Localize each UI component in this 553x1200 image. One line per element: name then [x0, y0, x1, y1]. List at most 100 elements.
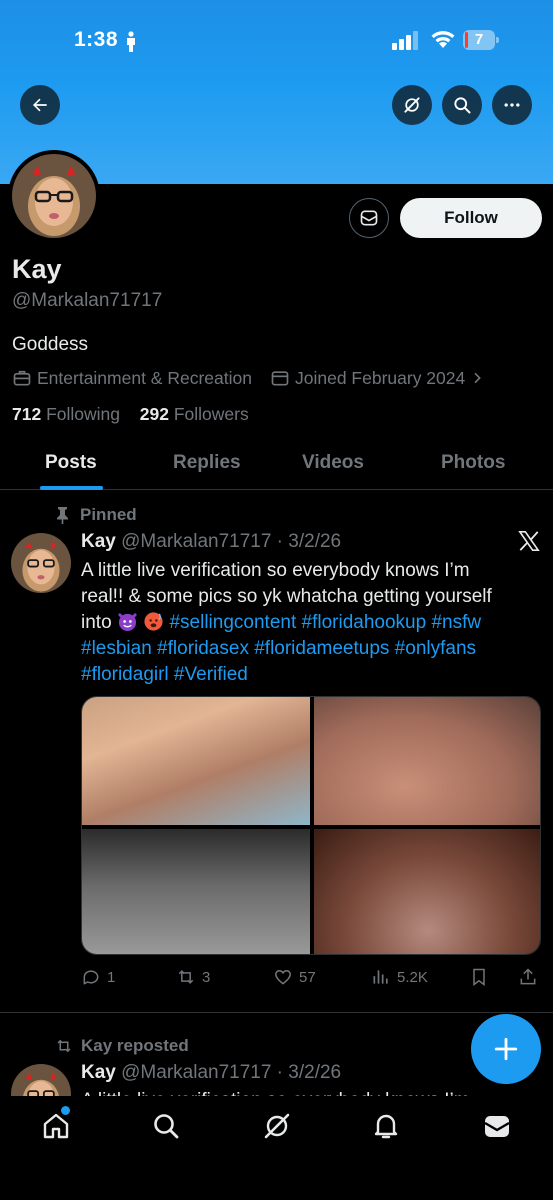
mail-icon — [360, 210, 378, 226]
home-icon — [43, 1113, 69, 1139]
post-actions: 1 3 57 5.2K — [81, 966, 541, 988]
followers-link[interactable]: 292 Followers — [140, 404, 249, 424]
joined-date: Joined February 2024 — [294, 367, 466, 388]
more-horizontal-icon — [504, 103, 520, 107]
post-text-line-1: A little live verification so everybody … — [81, 560, 470, 581]
wifi-icon — [431, 31, 455, 48]
profile-avatar[interactable] — [8, 150, 100, 242]
post-text: A little live verification so everybody … — [81, 558, 536, 688]
briefcase-icon — [13, 370, 31, 386]
profile-category: Entertainment & Recreation — [37, 367, 252, 388]
cellular-signal-icon — [392, 31, 418, 50]
followers-label: Followers — [173, 404, 249, 424]
post-header: Kay @Markalan71717 · 3/2/26 — [81, 1062, 341, 1084]
post-text: A little live verification so everybody … — [81, 1088, 536, 1096]
nav-grok[interactable] — [261, 1110, 293, 1142]
smiling-devil-emoji-icon — [118, 613, 137, 632]
post-photo-2[interactable] — [314, 697, 540, 825]
bookmark-button[interactable] — [469, 966, 495, 988]
grok-icon — [404, 97, 420, 113]
back-button[interactable] — [20, 85, 60, 125]
like-button[interactable]: 57 — [273, 966, 316, 988]
nav-home[interactable] — [40, 1110, 72, 1142]
chevron-right-icon — [474, 372, 482, 384]
profile-stats: 712 Following 292 Followers — [12, 404, 249, 425]
following-label: Following — [46, 404, 121, 424]
repost-label: Kay reposted — [81, 1036, 189, 1055]
post-text-line-2: real!! & some pics so yk whatcha getting… — [81, 586, 492, 607]
repost-indicator: Kay reposted — [55, 1036, 189, 1056]
nav-search[interactable] — [150, 1110, 182, 1142]
views-button[interactable]: 5.2K — [371, 966, 428, 988]
followers-count: 292 — [139, 404, 169, 424]
post-author[interactable]: Kay — [81, 1062, 116, 1083]
home-notification-dot — [61, 1106, 70, 1115]
tab-replies[interactable]: Replies — [173, 452, 241, 474]
bookmark-icon — [473, 968, 485, 986]
repost-icon — [178, 970, 194, 984]
following-link[interactable]: 712 Following — [12, 404, 125, 424]
post-hashtags-line-4[interactable]: #lesbian #floridasex #floridameetups #on… — [81, 636, 536, 662]
pin-icon — [57, 507, 68, 524]
nav-notifications[interactable] — [370, 1110, 402, 1142]
post-avatar[interactable] — [11, 533, 71, 593]
heart-icon — [274, 970, 292, 985]
post-text-into: into — [81, 612, 112, 633]
post-divider — [0, 1012, 553, 1013]
nav-messages[interactable] — [481, 1110, 513, 1142]
analytics-icon — [373, 970, 388, 984]
more-button[interactable] — [492, 85, 532, 125]
post-author[interactable]: Kay — [81, 531, 116, 552]
repost-button[interactable]: 3 — [176, 966, 210, 988]
reply-button[interactable]: 1 — [81, 966, 115, 988]
avatar-image — [12, 154, 96, 238]
bottom-navigation — [0, 1096, 553, 1200]
compose-post-button[interactable] — [471, 1014, 541, 1084]
joined-link[interactable]: Joined February 2024 — [270, 368, 490, 389]
tab-posts[interactable]: Posts — [45, 452, 97, 474]
mail-icon — [484, 1116, 510, 1137]
pinned-indicator: Pinned — [55, 505, 137, 525]
share-button[interactable] — [518, 966, 544, 988]
profile-meta: Entertainment & Recreation Joined Februa… — [12, 367, 490, 389]
tab-photos[interactable]: Photos — [441, 452, 505, 474]
post-photo-4[interactable] — [314, 829, 540, 954]
profile-handle: @Markalan71717 — [12, 290, 163, 311]
profile-tabs: Posts Replies Videos Photos — [0, 440, 553, 490]
follow-button[interactable]: Follow — [400, 198, 542, 238]
post-handle-date: @Markalan71717 · 3/2/26 — [121, 531, 342, 552]
hot-face-emoji-icon — [144, 612, 163, 631]
tab-videos[interactable]: Videos — [302, 452, 364, 474]
active-tab-indicator — [40, 486, 103, 490]
search-icon — [154, 1114, 179, 1139]
pinned-label: Pinned — [80, 505, 137, 524]
grok-button[interactable] — [392, 85, 432, 125]
repost-indicator-icon — [57, 1039, 71, 1053]
search-button[interactable] — [442, 85, 482, 125]
message-button[interactable] — [349, 198, 389, 238]
repost-count: 3 — [202, 968, 211, 986]
like-count: 57 — [299, 968, 316, 986]
search-icon — [454, 97, 471, 114]
person-icon — [127, 31, 135, 52]
post-media-grid — [81, 696, 541, 955]
grok-icon — [264, 1113, 290, 1139]
bell-icon — [374, 1114, 398, 1139]
battery-indicator: 7 — [463, 30, 499, 50]
arrow-left-icon — [33, 98, 47, 112]
profile-bio: Goddess — [12, 334, 89, 355]
calendar-icon — [271, 371, 289, 386]
post-photo-1[interactable] — [82, 697, 310, 825]
reply-count: 1 — [107, 968, 116, 986]
x-logo-icon[interactable] — [518, 530, 540, 552]
post-hashtags-line-5[interactable]: #floridagirl #Verified — [81, 662, 536, 688]
profile-name: Kay — [12, 254, 62, 284]
share-icon — [520, 968, 536, 985]
plus-icon — [494, 1037, 518, 1061]
post-hashtags-line-3[interactable]: #sellingcontent #floridahookup #nsfw — [169, 612, 481, 633]
post-header: Kay @Markalan71717 · 3/2/26 — [81, 531, 341, 553]
views-count: 5.2K — [397, 968, 428, 986]
post-handle-date: @Markalan71717 · 3/2/26 — [121, 1062, 342, 1083]
status-time: 1:38 — [74, 28, 119, 51]
post-photo-3[interactable] — [82, 829, 310, 954]
